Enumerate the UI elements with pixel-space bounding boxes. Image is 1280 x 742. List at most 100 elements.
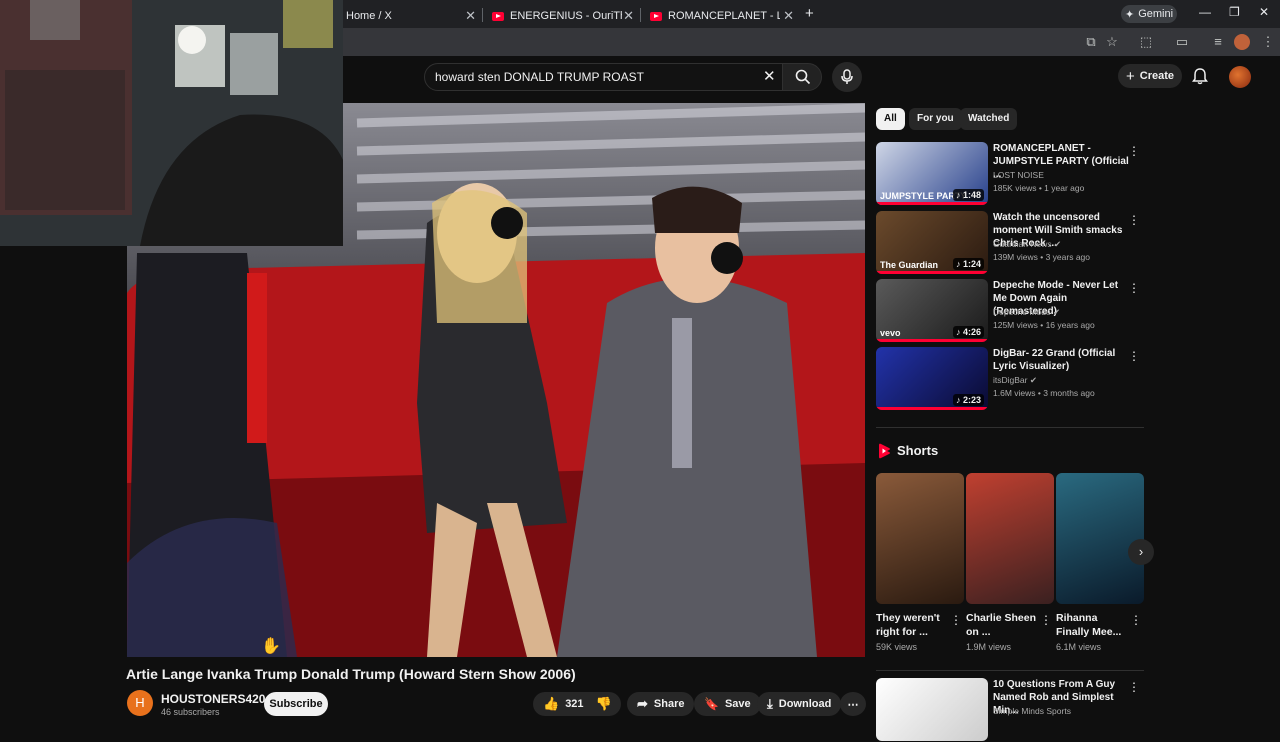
thumbs-up-icon[interactable]: 👍 xyxy=(543,696,559,712)
account-avatar[interactable] xyxy=(1229,66,1251,88)
recommendation-channel[interactable]: Depeche Mode ✔ xyxy=(993,307,1060,318)
thumbs-down-icon[interactable]: 👎 xyxy=(596,696,612,712)
channel-avatar[interactable]: H xyxy=(127,690,153,716)
shorts-logo-icon xyxy=(877,443,891,464)
recommendation-meta: 185K views • 1 year ago xyxy=(993,183,1085,193)
minimize-icon[interactable]: — xyxy=(1199,5,1211,19)
kebab-menu-icon[interactable]: ⋮ xyxy=(1260,34,1276,50)
recommendation-item[interactable]: The Guardian ♪ 1:24 Watch the uncensored m… xyxy=(876,211,1146,275)
new-tab-button[interactable]: + xyxy=(805,5,814,22)
extensions-icon[interactable]: ⬚ xyxy=(1138,34,1154,50)
voice-search-button[interactable] xyxy=(832,62,862,92)
recommendation-meta: 139M views • 3 years ago xyxy=(993,252,1090,262)
thumbnail-caption: The Guardian xyxy=(880,260,939,270)
recommendation-meta: 125M views • 16 years ago xyxy=(993,320,1095,330)
install-app-icon[interactable]: ⧉ xyxy=(1083,34,1099,50)
short-views: 1.9M views xyxy=(966,642,1012,652)
chip-for-you[interactable]: For you xyxy=(909,108,962,130)
download-button[interactable]: ⤓ Download xyxy=(757,692,842,716)
shorts-next-chevron-icon[interactable]: › xyxy=(1128,539,1154,565)
watched-progress-bar xyxy=(876,271,988,274)
clear-search-icon[interactable]: ✕ xyxy=(763,67,776,85)
more-options-icon[interactable]: ⋮ xyxy=(1128,349,1140,363)
tab-romanceplanet[interactable]: ROMANCEPLANET - LEAVE TO ✕ xyxy=(642,4,800,28)
short-thumbnail[interactable] xyxy=(966,473,1054,604)
watched-progress-bar xyxy=(876,407,988,410)
search-button[interactable] xyxy=(782,63,822,91)
restore-icon[interactable]: ❐ xyxy=(1229,5,1240,19)
short-title[interactable]: Charlie Sheen on ... xyxy=(966,611,1038,639)
more-options-icon[interactable]: ⋮ xyxy=(1128,213,1140,227)
search-icon xyxy=(795,69,811,85)
hand-cursor-icon: ✋ xyxy=(261,638,281,655)
youtube-favicon-icon xyxy=(650,11,662,21)
recommendation-thumbnail[interactable]: JUMPSTYLE PARTY ♪ 1:48 xyxy=(876,142,988,205)
recommendation-item[interactable]: JUMPSTYLE PARTY ♪ 1:48 ROMANCEPLANET - JUM… xyxy=(876,142,1146,206)
recommendation-item[interactable]: 10 Questions From A Guy Named Rob and Si… xyxy=(876,678,1146,742)
chip-all[interactable]: All xyxy=(876,108,905,130)
duration-badge: ♪ 2:23 xyxy=(952,394,984,406)
profile-avatar[interactable] xyxy=(1234,34,1250,50)
chip-watched[interactable]: Watched xyxy=(960,108,1018,130)
more-options-icon[interactable]: ⋮ xyxy=(1128,680,1140,694)
tab-energenius[interactable]: ENERGENIUS - OuriTheKid (Offi ✕ xyxy=(484,4,640,28)
tab-separator xyxy=(640,8,641,22)
recommendation-title[interactable]: DigBar- 22 Grand (Official Lyric Visuali… xyxy=(993,347,1133,373)
tab-label: Home / X xyxy=(346,10,392,22)
subscribe-button[interactable]: Subscribe xyxy=(264,692,328,716)
notifications-button[interactable] xyxy=(1192,67,1208,90)
more-options-icon[interactable]: ⋮ xyxy=(1040,613,1052,627)
sparkle-icon: ✦ xyxy=(1124,8,1135,21)
recommendation-thumbnail[interactable]: The Guardian ♪ 1:24 xyxy=(876,211,988,274)
short-title[interactable]: They weren't right for ... xyxy=(876,611,948,639)
tab-label: ROMANCEPLANET - LEAVE TO xyxy=(668,10,780,22)
recommendation-channel[interactable]: LOST NOISE xyxy=(993,170,1044,180)
webcam-frame xyxy=(0,0,343,246)
webcam-overlay xyxy=(0,0,343,246)
recommendation-channel[interactable]: itsDigBar ✔ xyxy=(993,375,1037,386)
more-options-icon[interactable]: ⋮ xyxy=(1130,613,1142,627)
short-thumbnail[interactable] xyxy=(1056,473,1144,604)
gemini-button[interactable]: ✦ Gemini xyxy=(1121,5,1177,23)
bookmark-icon: 🔖 xyxy=(704,697,719,711)
recommendation-channel[interactable]: Guardian News ✔ xyxy=(993,239,1061,250)
recommendation-item[interactable]: ♪ 2:23 DigBar- 22 Grand (Official Lyric V… xyxy=(876,347,1146,411)
like-count[interactable]: 321 xyxy=(565,698,583,710)
plus-icon: + xyxy=(1125,67,1135,85)
more-options-icon[interactable]: ⋮ xyxy=(950,613,962,627)
close-tab-icon[interactable]: ✕ xyxy=(783,8,794,24)
search-input[interactable]: howard sten DONALD TRUMP ROAST xyxy=(424,63,788,91)
save-label: Save xyxy=(724,698,751,710)
recommendation-thumbnail[interactable]: ♪ 2:23 xyxy=(876,347,988,410)
like-dislike-group: 👍 321 👎 xyxy=(533,692,621,716)
tab-home-x[interactable]: Home / X ✕ xyxy=(338,4,482,28)
recommendation-thumbnail[interactable] xyxy=(876,678,988,741)
close-window-icon[interactable]: ✕ xyxy=(1259,5,1269,19)
duration-badge: ♪ 1:24 xyxy=(952,258,984,270)
more-actions-button[interactable]: ⋯ xyxy=(840,692,866,716)
watched-progress-bar xyxy=(876,339,988,342)
bell-icon xyxy=(1192,68,1208,85)
save-button[interactable]: 🔖 Save xyxy=(694,692,761,716)
thumbnail-caption: vevo xyxy=(880,328,901,338)
reading-list-icon[interactable]: ≡ xyxy=(1210,34,1226,50)
download-icon: ⤓ xyxy=(767,696,773,711)
short-title[interactable]: Rihanna Finally Mee... xyxy=(1056,611,1128,639)
share-button[interactable]: ➦ Share xyxy=(627,692,695,716)
recommendation-item[interactable]: vevo ♪ 4:26 Depeche Mode - Never Let Me Do… xyxy=(876,279,1146,343)
create-label: Create xyxy=(1139,70,1174,82)
recommendation-channel[interactable]: Simple Minds Sports xyxy=(993,706,1071,716)
more-options-icon[interactable]: ⋮ xyxy=(1128,281,1140,295)
channel-name[interactable]: HOUSTONERS420 xyxy=(161,692,265,706)
cast-icon[interactable]: ▭ xyxy=(1174,34,1190,50)
more-options-icon[interactable]: ⋮ xyxy=(1128,144,1140,158)
short-thumbnail[interactable] xyxy=(876,473,964,604)
bookmark-star-icon[interactable]: ☆ xyxy=(1104,34,1120,50)
short-views: 59K views xyxy=(876,642,918,652)
recommendation-thumbnail[interactable]: vevo ♪ 4:26 xyxy=(876,279,988,342)
share-label: Share xyxy=(653,698,685,710)
create-button[interactable]: + Create xyxy=(1118,64,1182,88)
microphone-icon xyxy=(841,69,853,84)
close-tab-icon[interactable]: ✕ xyxy=(623,8,634,24)
close-tab-icon[interactable]: ✕ xyxy=(465,8,476,24)
